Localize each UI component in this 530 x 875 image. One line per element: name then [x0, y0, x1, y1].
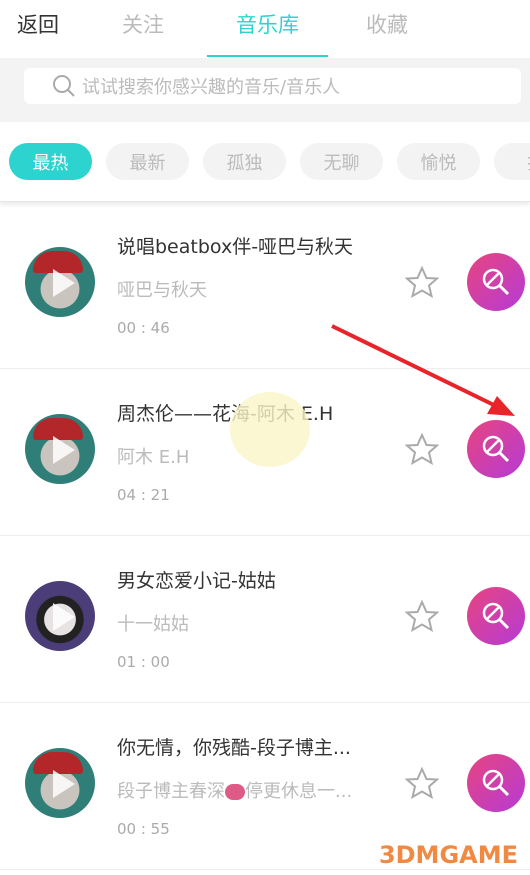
microphone-icon [482, 602, 510, 630]
top-bar: 返回 关注 音乐库 收藏 [0, 0, 530, 58]
avatar[interactable] [25, 414, 95, 484]
song-duration: 01 : 00 [117, 653, 170, 671]
star-icon[interactable] [405, 433, 439, 465]
avatar[interactable] [25, 748, 95, 818]
song-artist: 哑巴与秋天 [117, 280, 207, 301]
karaoke-button[interactable] [467, 420, 525, 478]
microphone-icon [482, 769, 510, 797]
song-title: 说唱beatbox伴-哑巴与秋天 [117, 236, 354, 258]
play-icon [53, 603, 75, 631]
artist-name-end: 停更休息一... [245, 781, 353, 802]
play-icon [53, 770, 75, 798]
song-artist: 十一姑姑 [117, 614, 189, 635]
back-button[interactable]: 返回 [17, 9, 59, 39]
tab-follow[interactable]: 关注 [122, 9, 164, 39]
song-duration: 00 : 55 [117, 820, 170, 838]
search-input[interactable]: 试试搜索你感兴趣的音乐/音乐人 [24, 68, 521, 104]
star-icon[interactable] [405, 600, 439, 632]
song-row[interactable]: 说唱beatbox伴-哑巴与秋天 哑巴与秋天 00 : 46 [0, 202, 530, 369]
category-chips: 最热 最新 孤独 无聊 愉悦 扌 [0, 122, 530, 202]
avatar[interactable] [25, 247, 95, 317]
song-duration: 00 : 46 [117, 319, 170, 337]
chip-more[interactable]: 扌 [494, 143, 530, 180]
chip-bored[interactable]: 无聊 [300, 143, 383, 180]
microphone-icon [482, 268, 510, 296]
microphone-icon [482, 435, 510, 463]
song-duration: 04 : 21 [117, 486, 170, 504]
chip-newest[interactable]: 最新 [106, 143, 189, 180]
chip-happy[interactable]: 愉悦 [397, 143, 480, 180]
star-icon[interactable] [405, 266, 439, 298]
active-tab-indicator [207, 55, 328, 57]
song-artist: 段子博主春深 停更休息一... [117, 777, 352, 803]
search-icon [53, 75, 75, 97]
search-placeholder: 试试搜索你感兴趣的音乐/音乐人 [82, 77, 341, 98]
play-icon [53, 436, 75, 464]
avatar[interactable] [25, 581, 95, 651]
mascot-watermark [230, 392, 310, 467]
chip-lonely[interactable]: 孤独 [203, 143, 286, 180]
play-icon [53, 269, 75, 297]
karaoke-button[interactable] [467, 754, 525, 812]
tab-music-library[interactable]: 音乐库 [207, 9, 328, 39]
tab-favorites[interactable]: 收藏 [366, 9, 408, 39]
chip-hottest[interactable]: 最热 [9, 143, 92, 180]
star-icon[interactable] [405, 767, 439, 799]
artist-name-start: 段子博主春深 [117, 781, 225, 802]
search-area: 试试搜索你感兴趣的音乐/音乐人 [0, 58, 530, 122]
song-title: 你无情，你残酷-段子博主... [117, 737, 351, 759]
karaoke-button[interactable] [467, 253, 525, 311]
song-title: 男女恋爱小记-姑姑 [117, 570, 276, 592]
song-list: 说唱beatbox伴-哑巴与秋天 哑巴与秋天 00 : 46 周杰伦——花海-阿… [0, 202, 530, 870]
watermark-logo: 3DMGAME [378, 841, 518, 869]
karaoke-button[interactable] [467, 587, 525, 645]
song-artist: 阿木 E.H [117, 447, 190, 468]
song-row[interactable]: 男女恋爱小记-姑姑 十一姑姑 01 : 00 [0, 536, 530, 703]
pig-emoji-icon [225, 784, 245, 800]
